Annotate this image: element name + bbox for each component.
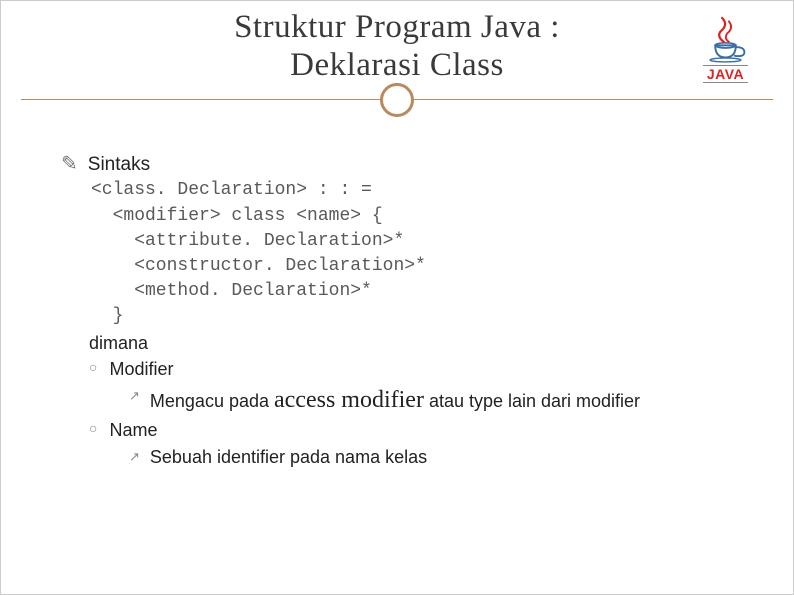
bullet-modifier-desc: ↗ Mengacu pada access modifier atau type… xyxy=(129,384,733,418)
arrow-bullet-icon: ↗ xyxy=(129,384,140,409)
divider-circle-icon xyxy=(380,83,414,117)
modifier-desc-post: atau type lain dari modifier xyxy=(424,391,640,411)
code-block: <class. Declaration> : : = <modifier> cl… xyxy=(91,178,733,329)
bullet-name: ○ Name xyxy=(89,417,733,443)
modifier-desc-pre: Mengacu pada xyxy=(150,391,274,411)
arrow-bullet-icon: ↗ xyxy=(129,445,140,470)
modifier-desc: Mengacu pada access modifier atau type l… xyxy=(150,384,640,418)
title-area: Struktur Program Java : Deklarasi Class xyxy=(1,1,793,85)
slide: JAVA Struktur Program Java : Deklarasi C… xyxy=(0,0,794,595)
title-divider xyxy=(1,81,793,121)
code-line-1: <class. Declaration> : : = xyxy=(91,180,372,200)
java-logo: JAVA xyxy=(678,11,773,91)
dimana-label: dimana xyxy=(89,330,733,356)
java-cup-icon xyxy=(698,11,753,66)
modifier-desc-emph: access modifier xyxy=(274,387,424,413)
content-area: ✎ Sintaks <class. Declaration> : : = <mo… xyxy=(1,121,793,471)
slide-title: Struktur Program Java : Deklarasi Class xyxy=(1,9,793,85)
title-line-2: Deklarasi Class xyxy=(290,47,504,83)
name-desc: Sebuah identifier pada nama kelas xyxy=(150,445,427,470)
circle-bullet-icon: ○ xyxy=(89,417,97,439)
code-line-5: <method. Declaration>* xyxy=(91,281,372,301)
bullet-name-desc: ↗ Sebuah identifier pada nama kelas xyxy=(129,445,733,470)
code-line-2: <modifier> class <name> { xyxy=(91,206,383,226)
name-label: Name xyxy=(109,417,157,443)
title-line-1: Struktur Program Java : xyxy=(234,9,560,45)
modifier-label: Modifier xyxy=(109,356,173,382)
bullet-sintaks: ✎ Sintaks xyxy=(61,151,733,179)
code-line-4: <constructor. Declaration>* xyxy=(91,256,426,276)
script-bullet-icon: ✎ xyxy=(61,151,78,177)
code-line-3: <attribute. Declaration>* xyxy=(91,231,404,251)
bullet-modifier: ○ Modifier xyxy=(89,356,733,382)
code-line-6: } xyxy=(91,306,123,326)
circle-bullet-icon: ○ xyxy=(89,356,97,378)
sintaks-label: Sintaks xyxy=(88,151,150,179)
